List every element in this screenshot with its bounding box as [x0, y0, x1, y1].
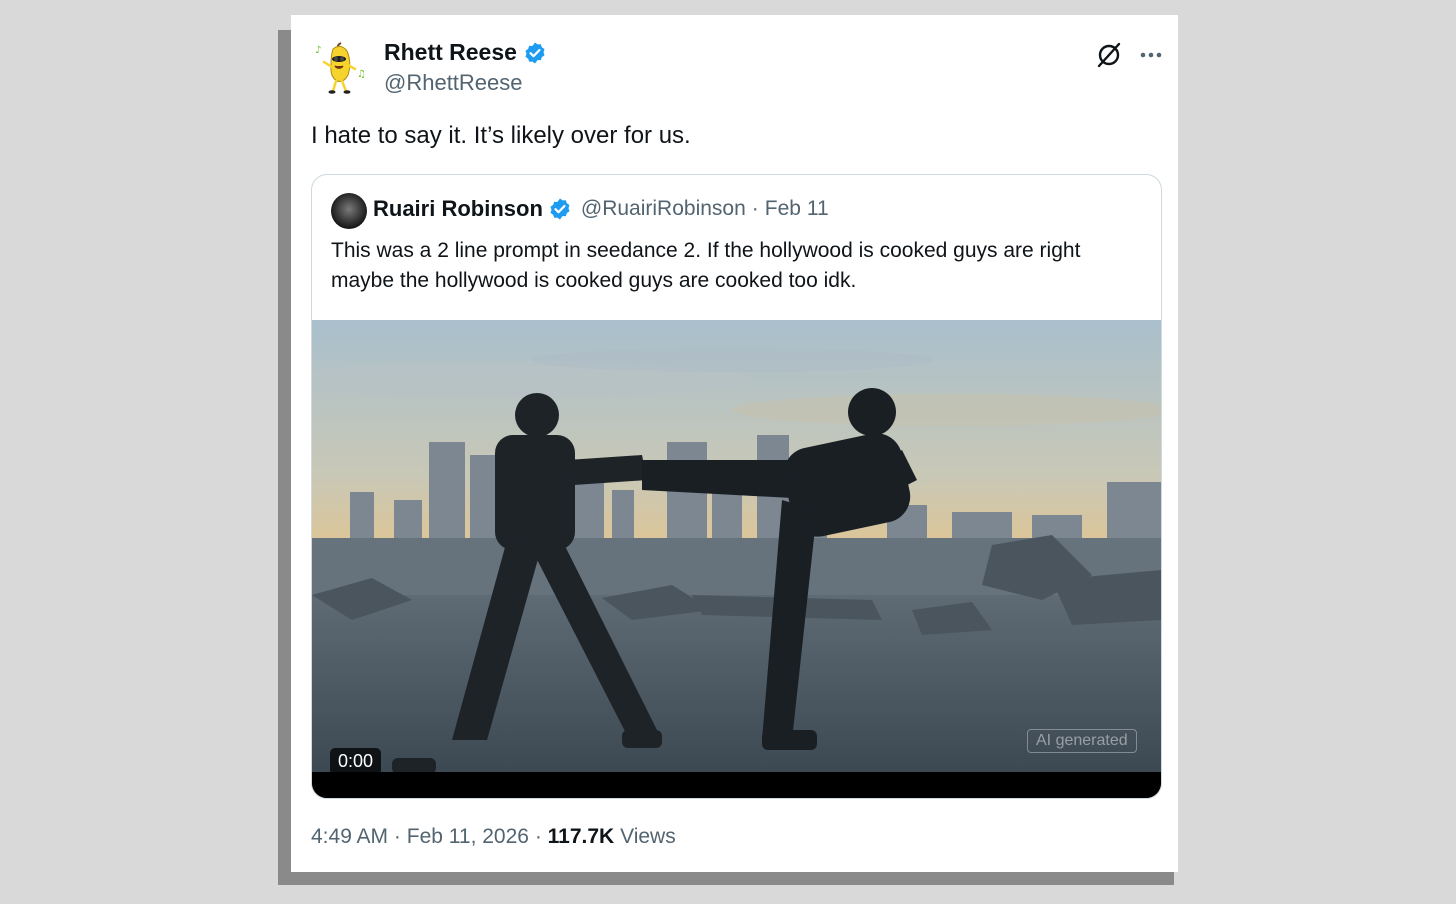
- tweet-time[interactable]: 4:49 AM: [311, 825, 388, 848]
- svg-text:♫: ♫: [357, 69, 366, 80]
- tweet-text: I hate to say it. It’s likely over for u…: [311, 122, 691, 149]
- quoted-author-avatar[interactable]: [331, 193, 367, 229]
- video-frame: [312, 320, 1161, 798]
- verified-badge-icon: [548, 197, 572, 221]
- video-timestamp: 0:00: [330, 748, 382, 775]
- separator-dot: ·: [534, 825, 542, 848]
- quoted-header: Ruairi Robinson @RuairiRobinson · Feb 11: [373, 196, 829, 222]
- tweet-card[interactable]: ♪ ♫ Rhett Reese @RhettReese I hate to sa…: [291, 15, 1178, 872]
- author-handle[interactable]: @RhettReese: [384, 70, 523, 96]
- views-label: Views: [620, 825, 676, 848]
- separator-dot: ·: [393, 825, 401, 848]
- author-name-row[interactable]: Rhett Reese: [384, 39, 547, 66]
- tweet-date[interactable]: Feb 11, 2026: [407, 825, 529, 848]
- more-options-icon[interactable]: [1137, 41, 1165, 69]
- quoted-text: This was a 2 line prompt in seedance 2. …: [331, 239, 1081, 292]
- grok-icon[interactable]: [1095, 41, 1123, 69]
- author-name[interactable]: Rhett Reese: [384, 39, 517, 66]
- separator-dot: ·: [751, 197, 759, 220]
- svg-text:♪: ♪: [315, 45, 321, 56]
- quoted-author-name[interactable]: Ruairi Robinson: [373, 196, 543, 222]
- views-count[interactable]: 117.7K: [548, 825, 615, 848]
- ai-generated-badge: AI generated: [1027, 729, 1137, 753]
- video-player[interactable]: 0:00 AI generated: [312, 320, 1161, 798]
- dancing-banana-icon[interactable]: ♪ ♫: [311, 39, 367, 95]
- quoted-tweet[interactable]: Ruairi Robinson @RuairiRobinson · Feb 11…: [311, 174, 1162, 799]
- tweet-meta: 4:49 AM · Feb 11, 2026 · 117.7K Views: [311, 825, 676, 849]
- verified-badge-icon[interactable]: [523, 41, 547, 65]
- quoted-author-handle[interactable]: @RuairiRobinson: [581, 197, 746, 221]
- quoted-date[interactable]: Feb 11: [765, 197, 829, 221]
